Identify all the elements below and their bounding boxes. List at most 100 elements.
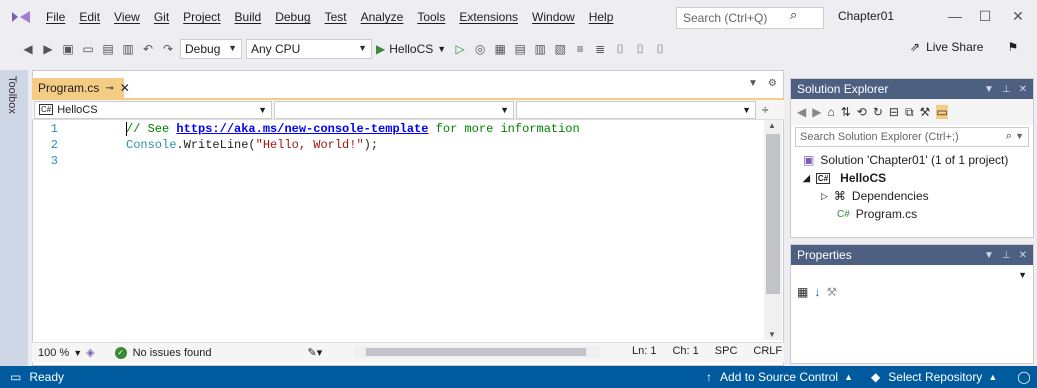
project-nav-select[interactable]: C# HelloCS ▼ (34, 100, 272, 119)
split-icon[interactable]: ÷ (762, 103, 769, 117)
intellicode-icon[interactable]: ◈ (86, 346, 94, 359)
menu-file[interactable]: File (46, 10, 65, 24)
categorized-icon[interactable]: ▦ (797, 285, 808, 299)
redo-icon[interactable]: ↷ (160, 41, 176, 57)
collapse-all-icon[interactable]: ⊟ (889, 105, 899, 119)
menu-window[interactable]: Window (532, 10, 575, 24)
menu-view[interactable]: View (114, 10, 140, 24)
forward-icon[interactable]: ▶ (40, 41, 56, 57)
open-folder-icon[interactable]: ▭ (80, 41, 96, 57)
scroll-down-icon[interactable]: ▼ (768, 330, 776, 339)
forward-icon[interactable]: ▶ (812, 105, 821, 119)
pin-icon[interactable]: ⊸ (105, 83, 113, 94)
switch-views-icon[interactable]: ⇅ (841, 105, 851, 119)
comment-icon[interactable]: ≡ (572, 41, 588, 57)
chevron-down-icon[interactable]: ▼ (1015, 131, 1024, 141)
horizontal-scroll-thumb[interactable] (366, 348, 586, 356)
code-line-1[interactable]: // See https://aka.ms/new-console-templa… (126, 122, 580, 136)
output-icon[interactable]: ▭ (10, 370, 21, 384)
close-icon[interactable]: ✕ (1019, 250, 1027, 261)
tree-item-program-cs[interactable]: C# Program.cs (837, 207, 917, 221)
menu-build[interactable]: Build (235, 10, 262, 24)
hot-reload-icon[interactable]: ◎ (472, 41, 488, 57)
property-pages-icon[interactable]: ⚒ (826, 285, 837, 299)
show-all-files-icon[interactable]: ⧉ (905, 105, 914, 120)
start-debugging-button[interactable]: ▶ HelloCS ▼ (376, 42, 446, 56)
close-icon[interactable]: ✕ (1003, 5, 1033, 27)
add-source-control-button[interactable]: Add to Source Control (720, 370, 838, 384)
uncomment-icon[interactable]: ≣ (592, 41, 608, 57)
chevron-down-icon[interactable]: ▼ (984, 250, 994, 261)
menu-project[interactable]: Project (183, 10, 220, 24)
issues-indicator[interactable]: ✓ No issues found (114, 346, 211, 359)
solution-platform-select[interactable]: Any CPU ▼ (246, 39, 372, 59)
tree-item-solution[interactable]: ▣ Solution 'Chapter01' (1 of 1 project) (803, 153, 1008, 167)
menu-test[interactable]: Test (325, 10, 347, 24)
toolbar-icon-a[interactable]: ▦ (492, 41, 508, 57)
tree-item-project[interactable]: ◢ C# HelloCS (803, 171, 886, 185)
menu-debug[interactable]: Debug (275, 10, 310, 24)
class-name: Console (126, 138, 177, 152)
feedback-icon[interactable]: ⚑ (1007, 40, 1018, 54)
menu-help[interactable]: Help (589, 10, 614, 24)
properties-object-select[interactable]: ▼ (791, 265, 1033, 285)
home-icon[interactable]: ⌂ (827, 105, 834, 119)
expanded-arrow-icon[interactable]: ◢ (803, 173, 810, 184)
whitespace-indicator[interactable]: SPC (715, 345, 738, 357)
back-icon[interactable]: ◀ (797, 105, 806, 119)
properties-wrench-icon[interactable]: ⚒ (920, 105, 931, 119)
quick-actions-icon[interactable]: ✎▾ (307, 346, 322, 359)
save-all-icon[interactable]: ▥ (120, 41, 136, 57)
vertical-scroll-thumb[interactable] (766, 134, 780, 294)
pin-icon[interactable]: ⊥ (1002, 84, 1011, 95)
start-without-debugging-icon[interactable]: ▷ (452, 41, 468, 57)
line-ending-indicator[interactable]: CRLF (753, 345, 782, 357)
toolbar-icon-d[interactable]: ▧ (552, 41, 568, 57)
member-nav-select[interactable]: ▼ (516, 100, 756, 119)
maximize-icon[interactable]: ☐ (970, 5, 1000, 27)
bookmark-prev-icon[interactable]: ⌷ (632, 41, 648, 57)
select-repository-button[interactable]: Select Repository (888, 370, 982, 384)
dropdown-tabs-icon[interactable]: ▼ (748, 78, 758, 89)
save-icon[interactable]: ▤ (100, 41, 116, 57)
tab-program-cs[interactable]: Program.cs ⊸ ✕ (32, 78, 130, 98)
pin-icon[interactable]: ⊥ (1002, 250, 1011, 261)
history-icon[interactable]: ⟲ (857, 105, 867, 119)
alphabetical-icon[interactable]: ↓ (814, 285, 820, 299)
toolbox-label[interactable]: Toolbox (6, 76, 18, 114)
close-tab-icon[interactable]: ✕ (120, 81, 130, 95)
toolbar-icon-b[interactable]: ▤ (512, 41, 528, 57)
solution-search-input[interactable]: Search Solution Explorer (Ctrl+;) ⌕ ▼ (795, 127, 1029, 147)
menu-extensions[interactable]: Extensions (459, 10, 518, 24)
menu-tools[interactable]: Tools (417, 10, 445, 24)
back-icon[interactable]: ◀ (20, 41, 36, 57)
code-line-2[interactable]: Console.WriteLine("Hello, World!"); (126, 138, 378, 152)
type-nav-select[interactable]: ▼ (274, 100, 514, 119)
preview-icon[interactable]: ▭ (936, 105, 948, 119)
new-project-icon[interactable]: ▣ (60, 41, 76, 57)
zoom-select[interactable]: 100 % ▼ ◈ (38, 346, 95, 360)
solution-configuration-select[interactable]: Debug ▼ (180, 39, 242, 59)
settings-gear-icon[interactable]: ⚙ (768, 78, 777, 89)
bookmark-icon[interactable]: ⌷ (612, 41, 628, 57)
notifications-bell-icon[interactable]: ◯ (1017, 370, 1030, 384)
undo-icon[interactable]: ↶ (140, 41, 156, 57)
collapsed-arrow-icon[interactable]: ▷ (821, 191, 828, 202)
bookmark-next-icon[interactable]: ⌷ (652, 41, 668, 57)
file-label: Program.cs (855, 207, 918, 221)
close-icon[interactable]: ✕ (1019, 84, 1027, 95)
tree-item-dependencies[interactable]: ▷ ⌘ Dependencies (821, 189, 929, 203)
toolbox-strip[interactable] (0, 70, 28, 366)
minimize-icon[interactable]: — (940, 5, 970, 27)
menu-edit[interactable]: Edit (79, 10, 100, 24)
menu-git[interactable]: Git (154, 10, 169, 24)
chevron-down-icon[interactable]: ▼ (984, 84, 994, 95)
template-link[interactable]: https://aka.ms/new-console-template (176, 122, 428, 136)
menu-analyze[interactable]: Analyze (361, 10, 404, 24)
search-icon[interactable]: ⌕ (790, 7, 797, 23)
refresh-icon[interactable]: ↻ (873, 105, 883, 119)
live-share-button[interactable]: ⇗ Live Share ⚑ (910, 40, 1018, 54)
global-search-input[interactable]: Search (Ctrl+Q) (676, 7, 824, 29)
scroll-up-icon[interactable]: ▲ (768, 121, 776, 130)
toolbar-icon-c[interactable]: ▥ (532, 41, 548, 57)
